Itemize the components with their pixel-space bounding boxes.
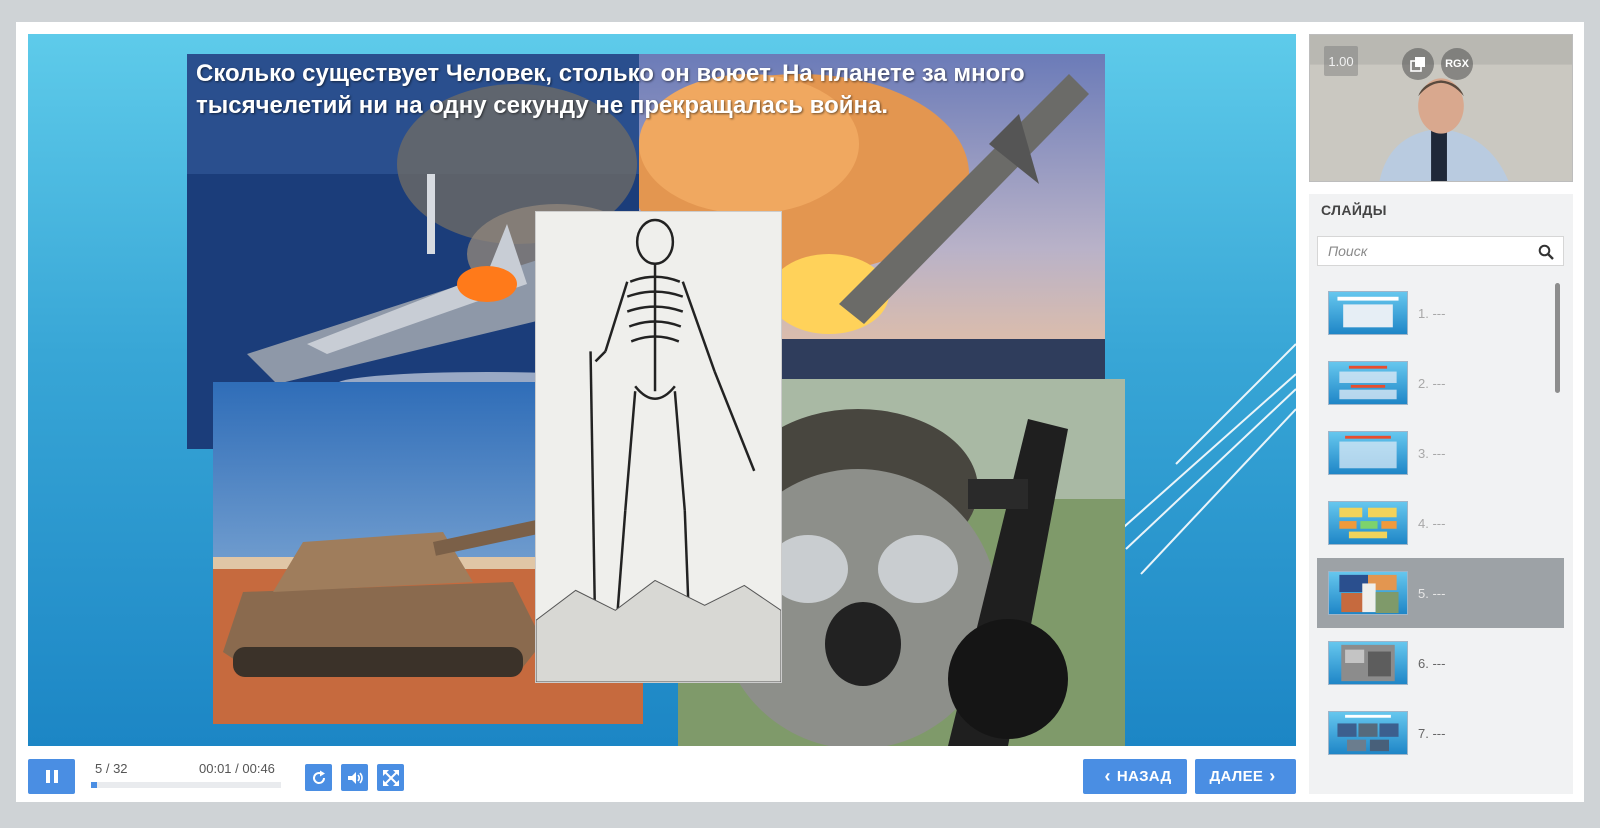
pause-button[interactable] [28, 759, 75, 794]
slide-caption: Сколько существует Человек, столько он в… [196, 60, 1025, 119]
next-button-label: ДАЛЕЕ [1209, 768, 1264, 785]
thumb-label: 3. --- [1418, 445, 1446, 461]
thumbnail-scrollbar[interactable] [1555, 283, 1560, 393]
thumb-image [1328, 711, 1408, 755]
slide-stage: Сколько существует Человек, столько он в… [28, 34, 1296, 746]
progress-bar[interactable] [91, 782, 281, 788]
search-box[interactable] [1317, 236, 1564, 266]
thumb-image [1328, 501, 1408, 545]
thumb-label: 7. --- [1418, 725, 1446, 741]
replay-button[interactable] [305, 764, 332, 791]
panel-title: СЛАЙДЫ [1321, 202, 1387, 218]
thumb-label: 4. --- [1418, 515, 1446, 531]
speaker-icon [347, 771, 363, 784]
thumb-image [1328, 431, 1408, 475]
rgx-badge[interactable]: RGX [1441, 48, 1473, 80]
slide-thumb-6[interactable]: 6. --- [1317, 628, 1564, 698]
playback-time: 00:01 / 00:46 [199, 761, 275, 776]
fullscreen-button[interactable] [377, 764, 404, 791]
slide-counter: 5 / 32 [95, 761, 128, 776]
back-button[interactable]: ‹ НАЗАД [1083, 759, 1187, 794]
chevron-left-icon: ‹ [1104, 766, 1111, 786]
pip-icon[interactable] [1402, 48, 1434, 80]
slide-thumbnail-list: 1. --- 2. --- 3. --- 4. --- 5. --- 6. --… [1317, 278, 1564, 784]
slide-thumb-2[interactable]: 2. --- [1317, 348, 1564, 418]
next-button[interactable]: ДАЛЕЕ › [1195, 759, 1296, 794]
expand-icon [382, 769, 399, 786]
progress-fill [91, 782, 97, 788]
slide-thumb-4[interactable]: 4. --- [1317, 488, 1564, 558]
pause-icon [44, 770, 60, 783]
thumb-label: 1. --- [1418, 305, 1446, 321]
chevron-right-icon: › [1269, 766, 1276, 786]
thumb-image [1328, 291, 1408, 335]
thumb-image [1328, 361, 1408, 405]
skeleton-engraving [535, 211, 782, 683]
search-input[interactable] [1318, 237, 1523, 265]
thumb-label: 6. --- [1418, 655, 1446, 671]
slides-panel: СЛАЙДЫ 1. --- 2. --- 3. --- [1309, 194, 1573, 794]
replay-icon [312, 770, 325, 784]
back-button-label: НАЗАД [1116, 768, 1172, 785]
slide-thumb-1[interactable]: 1. --- [1317, 278, 1564, 348]
search-icon[interactable] [1538, 244, 1554, 260]
thumb-label: 2. --- [1418, 375, 1446, 391]
slide-thumb-3[interactable]: 3. --- [1317, 418, 1564, 488]
playback-speed[interactable]: 1.00 [1324, 46, 1358, 76]
thumb-image [1328, 571, 1408, 615]
slide-decoration-lines [1116, 343, 1296, 575]
thumb-image [1328, 641, 1408, 685]
slide-thumb-5[interactable]: 5. --- [1317, 558, 1564, 628]
slide-thumb-7[interactable]: 7. --- [1317, 698, 1564, 768]
thumb-label: 5. --- [1418, 585, 1446, 601]
volume-button[interactable] [341, 764, 368, 791]
